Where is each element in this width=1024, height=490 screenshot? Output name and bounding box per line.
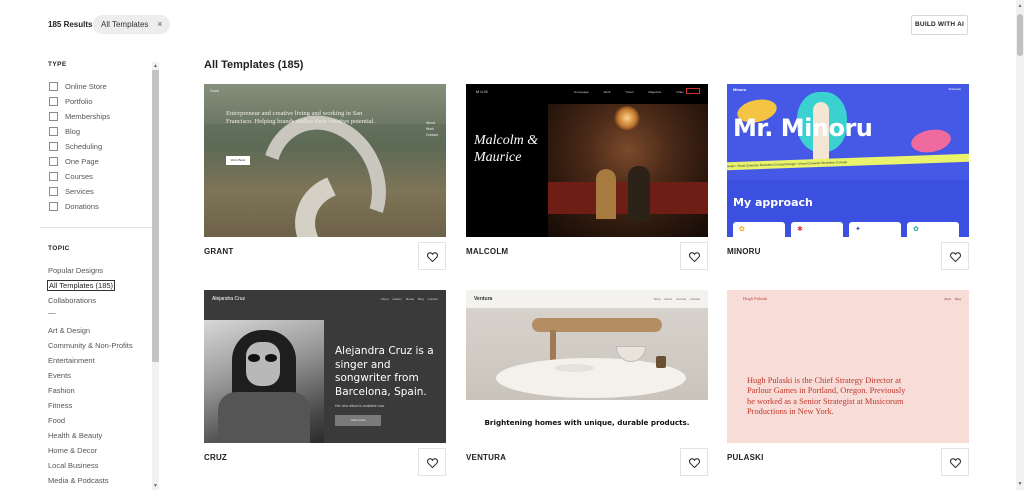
template-preview-cruz[interactable]: Alejandra Cruz About Gallery Media Blog … [204,290,446,443]
topic-heading: TOPIC [48,245,70,252]
filter-chip-all-templates[interactable]: All Templates × [93,15,171,34]
build-with-ai-button[interactable]: BUILD WITH AI [911,15,968,35]
heart-icon [427,458,438,468]
topic-health-beauty[interactable]: Health & Beauty [48,431,102,440]
checkbox[interactable] [49,112,58,121]
topic-entertainment[interactable]: Entertainment [48,356,95,365]
scroll-up-icon[interactable]: ▲ [152,62,159,70]
topic-community-non-profits[interactable]: Community & Non-Profits [48,341,133,350]
checkbox[interactable] [49,127,58,136]
topic-separator: — [48,308,56,317]
template-preview-ventura[interactable]: Ventura Shop About Journal Contact Brigh… [466,290,708,443]
template-name[interactable]: MINORU [727,247,761,256]
checkbox[interactable] [49,142,58,151]
topic-art-design[interactable]: Art & Design [48,326,90,335]
topic-media-podcasts[interactable]: Media & Podcasts [48,476,108,485]
checkbox[interactable] [49,157,58,166]
topic-fashion[interactable]: Fashion [48,386,75,395]
heart-icon [950,458,961,468]
topic-local-business[interactable]: Local Business [48,461,98,470]
checkbox[interactable] [49,82,58,91]
template-preview-malcolm[interactable]: MUM Homepage Work Travel Magazine Video … [466,84,708,237]
favorite-button[interactable] [680,242,708,270]
favorite-button[interactable] [941,448,969,476]
heart-icon [689,252,700,262]
template-name[interactable]: MALCOLM [466,247,508,256]
sidebar-scrollbar-thumb[interactable] [152,70,159,362]
topic-all-templates[interactable]: All Templates (185) [47,280,116,291]
template-preview-pulaski[interactable]: Hugh Pulaski Work Blog Hugh Pulaski is t… [727,290,969,443]
page-scrollbar-thumb[interactable] [1017,14,1023,56]
checkbox[interactable] [49,97,58,106]
scroll-down-icon[interactable]: ▼ [1016,480,1024,488]
filter-sidebar: TYPE Online Store Portfolio Memberships … [0,50,160,490]
favorite-button[interactable] [418,448,446,476]
favorite-button[interactable] [680,448,708,476]
top-bar: 185 Results All Templates × BUILD WITH A… [0,0,1016,50]
filter-chip-label: All Templates [101,20,149,29]
topic-fitness[interactable]: Fitness [48,401,72,410]
checkbox[interactable] [49,202,58,211]
close-icon[interactable]: × [157,15,162,34]
divider [40,227,152,228]
heart-icon [427,252,438,262]
topic-collaborations[interactable]: Collaborations [48,296,96,305]
scroll-down-icon[interactable]: ▼ [152,482,159,490]
topic-home-decor[interactable]: Home & Decor [48,446,97,455]
template-name[interactable]: CRUZ [204,453,227,462]
topic-events[interactable]: Events [48,371,71,380]
topic-popular-designs[interactable]: Popular Designs [48,266,103,275]
scroll-up-icon[interactable]: ▲ [1016,2,1024,10]
page-title: All Templates (185) [204,59,304,71]
template-name[interactable]: GRANT [204,247,233,256]
heart-icon [950,252,961,262]
heart-icon [689,458,700,468]
favorite-button[interactable] [418,242,446,270]
page-scrollbar[interactable]: ▲ ▼ [1016,0,1024,490]
type-heading: TYPE [48,61,67,68]
template-name[interactable]: PULASKI [727,453,764,462]
topic-food[interactable]: Food [48,416,65,425]
checkbox[interactable] [49,172,58,181]
checkbox[interactable] [49,187,58,196]
template-preview-minoru[interactable]: Mr. Minoru Concept • Visual Character Il… [727,84,969,237]
template-name[interactable]: VENTURA [466,453,506,462]
template-preview-grant[interactable]: Grant Entrepreneur and creative living a… [204,84,446,237]
results-count: 185 Results [48,20,93,29]
favorite-button[interactable] [941,242,969,270]
